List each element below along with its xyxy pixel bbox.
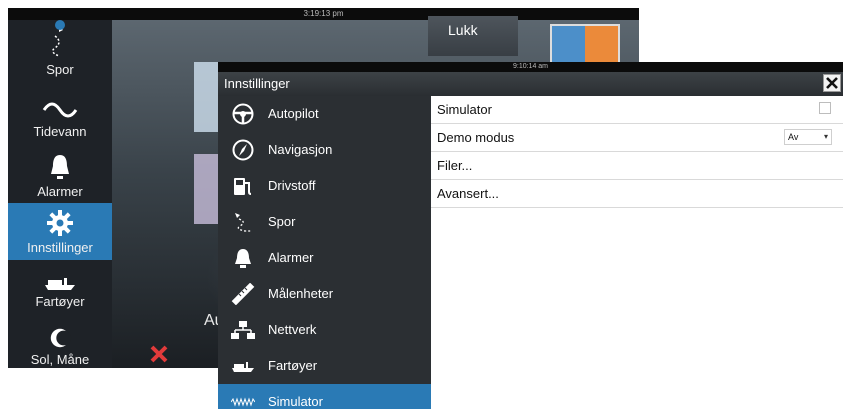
settings-content: Simulator Demo modus Av ▾ Filer... Avans… [431,96,843,409]
rail-item-label: Alarmer [37,184,83,199]
background-close-button[interactable]: Lukk [428,16,518,56]
dialog-close-button[interactable] [823,74,841,92]
steering-wheel-icon [232,103,254,125]
sidebar-item-nettverk[interactable]: Nettverk [218,312,431,348]
sidebar-item-label: Målenheter [268,286,334,301]
setting-row-simulator[interactable]: Simulator [431,96,843,124]
rail-item-label: Tidevann [33,124,87,139]
rail-item-sol-mane[interactable]: Sol, Måne [8,326,112,368]
dialog-title: Innstillinger [224,76,290,91]
sidebar-item-label: Autopilot [268,106,319,121]
track-icon [235,213,251,232]
vessel-icon [232,362,254,372]
gear-icon [47,210,73,236]
setting-label: Simulator [437,102,492,117]
sidebar-item-fartoyer[interactable]: Fartøyer [218,348,431,384]
sidebar-item-simulator[interactable]: Simulator [218,384,431,409]
setting-row-filer[interactable]: Filer... [431,152,843,180]
sidebar-item-label: Spor [268,214,296,229]
track-icon [52,20,65,57]
rail-item-spor[interactable]: Spor [8,20,112,80]
fuel-icon [234,178,252,195]
demo-mode-select[interactable]: Av ▾ [784,129,832,145]
rail-item-label: Spor [46,62,74,77]
close-x-icon[interactable] [149,344,169,364]
demo-mode-value: Av [788,132,799,142]
setting-row-avansert[interactable]: Avansert... [431,180,843,208]
rail-item-innstillinger[interactable]: Innstillinger [8,203,112,260]
background-left-rail: Spor Tidevann Alarmer Innstillinger Fart… [8,20,112,368]
rail-item-tidevann[interactable]: Tidevann [8,98,112,150]
sidebar-item-spor[interactable]: Spor [218,204,431,240]
sidebar-item-label: Alarmer [268,250,314,265]
simulator-wave-icon [231,397,255,407]
sidebar-item-alarmer[interactable]: Alarmer [218,240,431,276]
bell-icon [51,155,69,179]
setting-label: Demo modus [437,130,515,145]
sidebar-item-autopilot[interactable]: Autopilot [218,96,431,132]
setting-label: Avansert... [437,186,499,201]
background-status-bar: 3:19:13 pm [8,8,639,20]
sidebar-item-label: Simulator [268,394,323,409]
sun-moon-icon [50,328,72,348]
close-icon [826,77,838,89]
sidebar-item-label: Nettverk [268,322,317,337]
rail-item-alarmer[interactable]: Alarmer [8,152,112,202]
compass-icon [232,139,254,161]
setting-row-demo-modus[interactable]: Demo modus Av ▾ [431,124,843,152]
bell-icon [235,249,251,268]
chevron-down-icon: ▾ [823,132,828,141]
rail-item-label: Fartøyer [35,294,85,309]
dialog-clock: 9:10:14 am [218,62,843,72]
sidebar-item-navigasjon[interactable]: Navigasjon [218,132,431,168]
sidebar-item-drivstoff[interactable]: Drivstoff [218,168,431,204]
settings-sidebar: Autopilot Navigasjon Drivstoff Spor Alar… [218,96,431,409]
simulator-checkbox[interactable] [819,102,831,114]
dialog-titlebar: Innstillinger [218,72,843,96]
rail-item-label: Innstillinger [27,240,93,255]
setting-label: Filer... [437,158,473,173]
background-clock: 3:19:13 pm [303,9,344,18]
ruler-icon [231,283,255,305]
sidebar-item-label: Drivstoff [268,178,316,193]
vessel-icon [45,278,75,290]
settings-dialog: 9:10:14 am Innstillinger Autopilot Navig… [218,62,843,409]
sidebar-item-label: Fartøyer [268,358,318,373]
sidebar-item-label: Navigasjon [268,142,333,157]
tide-icon [42,102,78,118]
rail-item-fartoyer[interactable]: Fartøyer [8,276,112,320]
rail-item-label: Sol, Måne [30,352,90,367]
sidebar-item-malenheter[interactable]: Målenheter [218,276,431,312]
network-icon [231,321,255,339]
